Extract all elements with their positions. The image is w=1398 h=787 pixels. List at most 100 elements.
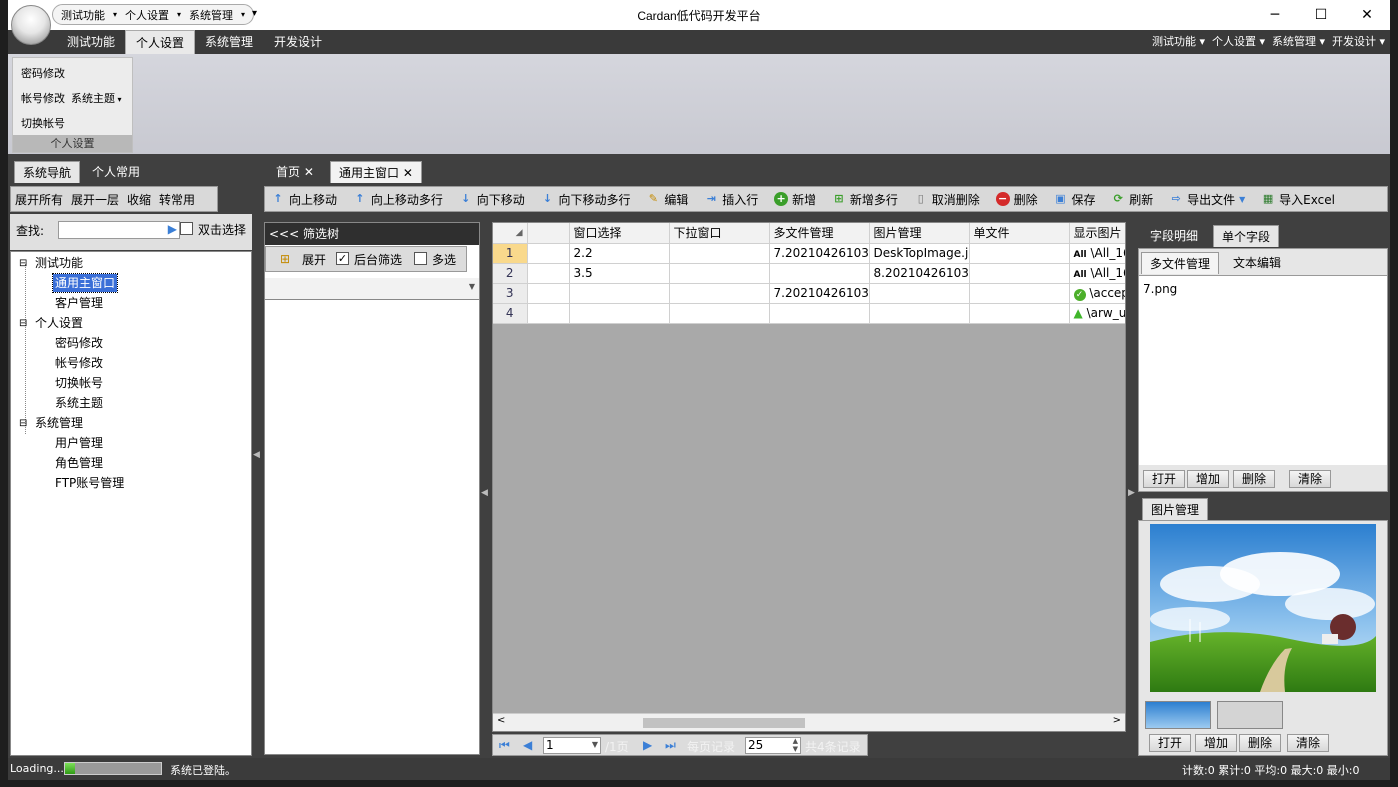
next-page-icon[interactable]: ▶: [643, 738, 652, 752]
tree-collapse-icon[interactable]: ⊟: [19, 315, 27, 333]
table-cell[interactable]: 7.202104261037: [769, 283, 870, 304]
column-header[interactable]: 显示图片: [1069, 223, 1125, 244]
right-menu-system[interactable]: 系统管理 ▾: [1272, 30, 1325, 54]
table-cell[interactable]: [769, 263, 870, 284]
collapse-button[interactable]: 收缩: [123, 188, 155, 210]
scrollbar-thumb[interactable]: [643, 718, 805, 728]
search-go-icon[interactable]: ▶: [168, 222, 177, 236]
thumbnail-image[interactable]: [1145, 701, 1211, 729]
minimize-button[interactable]: ─: [1252, 0, 1298, 30]
tab-image-manager[interactable]: 图片管理: [1142, 498, 1209, 520]
delete-button[interactable]: − 删除: [990, 188, 1044, 210]
tab-system-nav[interactable]: 系统导航: [14, 161, 81, 183]
table-cell[interactable]: 8.202104261037: [869, 263, 970, 284]
to-favorites-button[interactable]: 转常用: [155, 188, 199, 210]
scroll-left-icon[interactable]: <: [497, 715, 505, 726]
close-icon[interactable]: ✕: [304, 165, 314, 179]
expand-one-level-button[interactable]: 展开一层: [67, 188, 123, 210]
add-button[interactable]: + 新增: [768, 188, 822, 210]
horizontal-scrollbar[interactable]: < >: [493, 713, 1125, 731]
table-cell[interactable]: [969, 283, 1070, 304]
add-image-button[interactable]: 增加: [1195, 734, 1238, 752]
row-number[interactable]: 2: [493, 263, 528, 284]
search-input[interactable]: ▶: [58, 221, 180, 239]
tree-node-theme[interactable]: 系统主题: [55, 394, 103, 412]
table-cell[interactable]: 2.2: [569, 243, 670, 264]
backend-filter-checkbox[interactable]: ✓: [336, 252, 349, 265]
close-icon[interactable]: ✕: [403, 166, 413, 180]
clear-image-button[interactable]: 清除: [1287, 734, 1330, 752]
undo-delete-button[interactable]: ▯ 取消删除: [908, 188, 986, 210]
tree-node-customer[interactable]: 客户管理: [55, 294, 103, 312]
tab-system-management[interactable]: 系统管理: [195, 30, 263, 54]
chevron-down-icon[interactable]: ▼: [469, 282, 475, 291]
move-down-button[interactable]: ↓ 向下移动: [453, 188, 531, 210]
column-header[interactable]: [527, 223, 570, 244]
open-button[interactable]: 打开: [1143, 470, 1186, 488]
tree-node-account[interactable]: 帐号修改: [55, 354, 103, 372]
tree-collapse-icon[interactable]: ⊟: [19, 415, 27, 433]
move-up-multi-button[interactable]: ↑ 向上移动多行: [347, 188, 449, 210]
table-cell[interactable]: [969, 243, 1070, 264]
tree-node-main-window[interactable]: 通用主窗口: [51, 273, 119, 293]
maximize-button[interactable]: ☐: [1298, 0, 1344, 30]
add-multi-button[interactable]: ⊞ 新增多行: [826, 188, 904, 210]
tab-text-edit[interactable]: 文本编辑: [1225, 252, 1289, 274]
open-image-button[interactable]: 打开: [1149, 734, 1192, 752]
table-row[interactable]: 4 ▲ \arw_u: [493, 303, 1125, 324]
tab-main-window[interactable]: 通用主窗口 ✕: [330, 161, 422, 183]
splitter-right-arrow[interactable]: ▶: [1128, 478, 1136, 508]
table-row[interactable]: 2 3.5 8.202104261037 All \All_16: [493, 263, 1125, 284]
tree-node-password[interactable]: 密码修改: [55, 334, 103, 352]
column-header[interactable]: 多文件管理: [769, 223, 870, 244]
move-down-multi-button[interactable]: ↓ 向下移动多行: [535, 188, 637, 210]
switch-account-button[interactable]: 切换帐号: [21, 115, 65, 131]
close-button[interactable]: ✕: [1344, 0, 1390, 30]
delete-file-button[interactable]: 删除: [1233, 470, 1276, 488]
prev-page-icon[interactable]: ◀: [523, 738, 532, 752]
app-menu-orb[interactable]: [11, 5, 51, 45]
per-page-input[interactable]: 25 ▲ ▼: [745, 737, 801, 754]
right-menu-personal[interactable]: 个人设置 ▾: [1212, 30, 1265, 54]
right-menu-dev[interactable]: 开发设计 ▾: [1332, 30, 1385, 54]
add-file-button[interactable]: 增加: [1187, 470, 1230, 488]
table-cell[interactable]: [527, 303, 570, 324]
table-cell[interactable]: [969, 263, 1070, 284]
row-number[interactable]: 3: [493, 283, 528, 304]
tree-node-ftp[interactable]: FTP账号管理: [55, 474, 124, 492]
table-cell[interactable]: [869, 283, 970, 304]
tree-collapse-icon[interactable]: ⊟: [19, 255, 27, 273]
last-page-icon[interactable]: ⏭: [665, 738, 676, 753]
tree-node-users[interactable]: 用户管理: [55, 434, 103, 452]
splitter-mid-arrow[interactable]: ◀: [481, 478, 489, 508]
table-cell[interactable]: DeskTopImage.j: [869, 243, 970, 264]
table-cell[interactable]: [969, 303, 1070, 324]
spinner-icon[interactable]: ▲ ▼: [793, 737, 798, 753]
table-cell[interactable]: ▲ \arw_u: [1069, 303, 1125, 324]
first-page-icon[interactable]: ⏮: [499, 738, 510, 753]
column-header[interactable]: 窗口选择: [569, 223, 670, 244]
table-cell[interactable]: ✓ \accep: [1069, 283, 1125, 304]
import-excel-button[interactable]: ▦ 导入Excel: [1255, 188, 1341, 210]
table-cell[interactable]: [527, 243, 570, 264]
move-up-button[interactable]: ↑ 向上移动: [265, 188, 343, 210]
table-cell[interactable]: [569, 283, 670, 304]
tree-node-switch[interactable]: 切换帐号: [55, 374, 103, 392]
table-cell[interactable]: [869, 303, 970, 324]
tree-node-test[interactable]: 测试功能: [35, 254, 83, 272]
multi-select-checkbox[interactable]: [414, 252, 427, 265]
table-cell[interactable]: All \All_16: [1069, 263, 1125, 284]
tab-field-details[interactable]: 字段明细: [1142, 225, 1206, 247]
splitter-left-arrow[interactable]: ◀: [253, 440, 261, 470]
select-all-corner[interactable]: ◢: [493, 223, 528, 244]
edit-button[interactable]: ✎ 编辑: [640, 188, 694, 210]
expand-button[interactable]: 展开: [302, 251, 326, 268]
table-cell[interactable]: [569, 303, 670, 324]
table-cell[interactable]: [527, 283, 570, 304]
tab-multi-file[interactable]: 多文件管理: [1141, 252, 1220, 274]
tree-node-personal[interactable]: 个人设置: [35, 314, 83, 332]
table-cell[interactable]: [669, 283, 770, 304]
refresh-button[interactable]: ⟳ 刷新: [1105, 188, 1159, 210]
tab-home[interactable]: 首页 ✕: [268, 161, 322, 183]
account-change-button[interactable]: 帐号修改: [21, 90, 65, 106]
